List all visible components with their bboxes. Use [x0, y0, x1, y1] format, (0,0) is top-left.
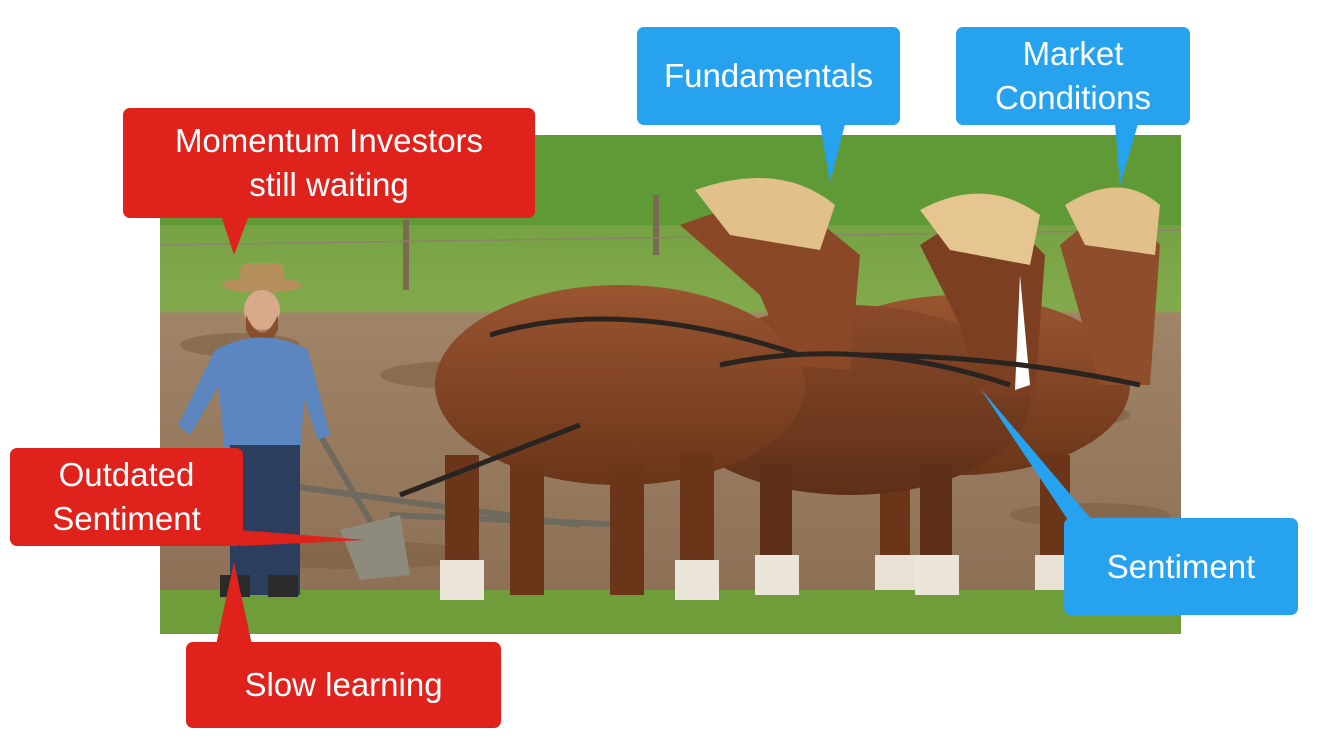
foreground-grass — [160, 590, 1181, 634]
callout-fundamentals: Fundamentals — [637, 27, 900, 125]
callout-market-conditions: Market Conditions — [956, 27, 1190, 125]
callout-momentum-text: Momentum Investors still waiting — [174, 122, 484, 203]
callout-outdated-sentiment: Outdated Sentiment — [10, 448, 243, 546]
callout-outdated-text: Outdated Sentiment — [52, 456, 201, 537]
callout-sentiment: Sentiment — [1064, 518, 1298, 615]
callout-sentiment-text: Sentiment — [1106, 547, 1256, 585]
callout-fundamentals-text: Fundamentals — [663, 57, 874, 94]
callout-momentum-investors: Momentum Investors still waiting — [123, 108, 535, 218]
callout-slow-learning: Slow learning — [186, 642, 501, 728]
fence-post — [653, 195, 659, 255]
callout-slow-text: Slow learning — [244, 666, 443, 703]
callout-market-text: Market Conditions — [995, 35, 1151, 116]
fence-post — [403, 220, 409, 290]
